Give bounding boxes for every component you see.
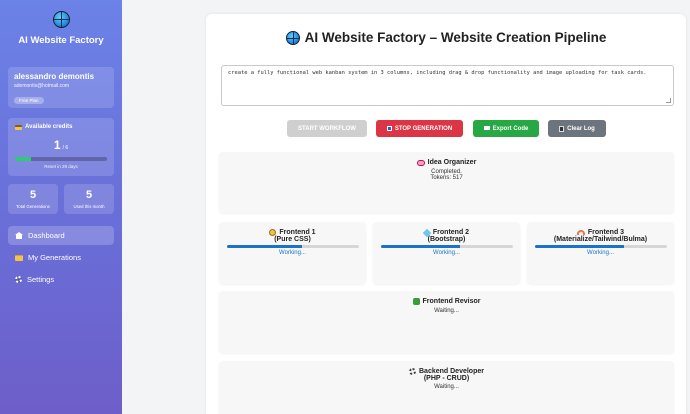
stage-status: Waiting... [434, 308, 459, 314]
gear-icon [15, 276, 22, 283]
globe-icon [285, 30, 300, 45]
sidebar: AI Website Factory alessandro demontis a… [0, 0, 122, 414]
stage-progress-fill [380, 245, 460, 248]
stage-tokens: Tokens: 517 [430, 175, 463, 181]
credits-used: 1 [53, 138, 61, 152]
button-label: Clear Log [567, 125, 595, 132]
stage-status: Working... [587, 250, 614, 256]
export-code-button[interactable]: Export Code [473, 120, 539, 137]
stage-progress-bar [534, 245, 667, 248]
stage-title: Frontend 1 [219, 229, 366, 236]
gear-icon [409, 368, 416, 375]
credits-total: / 6 [62, 145, 69, 151]
credits-progress-bar [15, 157, 107, 161]
stage-progress-bar [226, 245, 359, 248]
user-card: alessandro demontis ademontis@hotmail.co… [8, 67, 114, 108]
stage-progress-fill [226, 245, 302, 248]
stat-used-this-month: 5 Used this month [64, 184, 114, 214]
stage-status: Waiting... [434, 384, 459, 390]
home-icon [15, 232, 23, 239]
nav-item-settings[interactable]: Settings [8, 270, 114, 289]
stage-progress-fill [534, 245, 625, 248]
action-buttons: START WORKFLOW STOP GENERATION Export Co… [206, 120, 686, 137]
stage-title-text: Frontend 1 [279, 229, 316, 236]
nav-label: My Generations [28, 253, 81, 262]
stage-status: Working... [433, 250, 460, 256]
stat-label: Used this month [73, 204, 105, 209]
credits-label-text: Available credits [25, 124, 73, 130]
brain-icon [269, 229, 277, 236]
clear-log-button[interactable]: Clear Log [548, 120, 606, 137]
start-workflow-button[interactable]: START WORKFLOW [287, 120, 367, 137]
stage-title: Idea Organizer [219, 159, 674, 166]
button-label: Export Code [492, 125, 529, 132]
stop-icon [386, 126, 392, 131]
stage-subtitle: (Pure CSS) [274, 236, 311, 243]
nav-item-dashboard[interactable]: Dashboard [8, 226, 114, 245]
credits-label: Available credits [15, 124, 107, 130]
button-label: START WORKFLOW [298, 125, 356, 132]
brain-icon [416, 159, 425, 166]
credits-reset: Reset in 29 days [44, 164, 78, 169]
page-title-text: AI Website Factory – Website Creation Pi… [304, 30, 607, 45]
credits-progress-fill [15, 157, 31, 161]
download-icon [483, 126, 490, 131]
stage-card-frontend-revisor: Frontend Revisor Waiting... [219, 291, 674, 353]
stage-card-frontend-3: Frontend 3 (Materialize/Tailwind/Bulma) … [527, 222, 674, 284]
prompt-text: create a fully functional web kanban sys… [228, 70, 647, 76]
stage-title-text: Idea Organizer [427, 159, 477, 166]
stage-status: Working... [279, 250, 306, 256]
stage-subtitle: (PHP - CRUD) [423, 375, 470, 382]
stat-value: 5 [29, 189, 37, 201]
stage-title-text: Backend Developer [419, 368, 484, 375]
nav-label: Dashboard [28, 231, 65, 240]
credits-value: 1/ 6 [15, 136, 107, 154]
stage-subtitle: (Materialize/Tailwind/Bulma) [553, 236, 648, 243]
stage-card-frontend-2: Frontend 2 (Bootstrap) Working... [373, 222, 520, 284]
globe-icon [52, 11, 70, 28]
stage-subtitle: (Bootstrap) [427, 236, 466, 243]
stat-label: Total Generations [16, 204, 50, 209]
stage-title: Backend Developer [219, 368, 674, 375]
user-name: alessandro demontis [14, 72, 95, 81]
trash-icon [559, 125, 565, 132]
folder-icon [15, 254, 23, 261]
prompt-textarea[interactable]: create a fully functional web kanban sys… [221, 65, 674, 106]
stat-value: 5 [85, 189, 93, 201]
stage-title-text: Frontend Revisor [422, 298, 481, 305]
stat-total-generations: 5 Total Generations [8, 184, 58, 214]
stage-card-backend-developer: Backend Developer (PHP - CRUD) Waiting..… [219, 361, 674, 414]
rainbow-icon [576, 230, 585, 235]
stage-title: Frontend 3 [527, 229, 674, 236]
nav-item-my-generations[interactable]: My Generations [8, 248, 114, 267]
main-panel: AI Website Factory – Website Creation Pi… [206, 14, 686, 414]
credit-card-icon [15, 124, 22, 130]
credits-card: Available credits 1/ 6 Reset in 29 days [8, 118, 114, 176]
page-title: AI Website Factory – Website Creation Pi… [206, 30, 686, 45]
brand: AI Website Factory [0, 11, 122, 46]
button-label: STOP GENERATION [394, 125, 453, 132]
brand-title: AI Website Factory [18, 35, 104, 46]
stop-generation-button[interactable]: STOP GENERATION [376, 120, 463, 137]
stage-title-text: Frontend 3 [587, 229, 625, 236]
stage-card-frontend-1: Frontend 1 (Pure CSS) Working... [219, 222, 366, 284]
stage-card-idea-organizer: Idea Organizer Completed. Tokens: 517 [219, 152, 674, 213]
stage-progress-bar [380, 245, 513, 248]
user-email: ademontis@hotmail.com [14, 83, 70, 89]
plan-badge: Free Plan [14, 97, 44, 104]
nav-label: Settings [27, 275, 55, 284]
stage-title: Frontend Revisor [219, 298, 674, 305]
stage-title: Frontend 2 [373, 228, 520, 237]
resize-handle[interactable] [666, 98, 671, 103]
puzzle-icon [412, 298, 420, 305]
stage-title-text: Frontend 2 [432, 229, 470, 236]
